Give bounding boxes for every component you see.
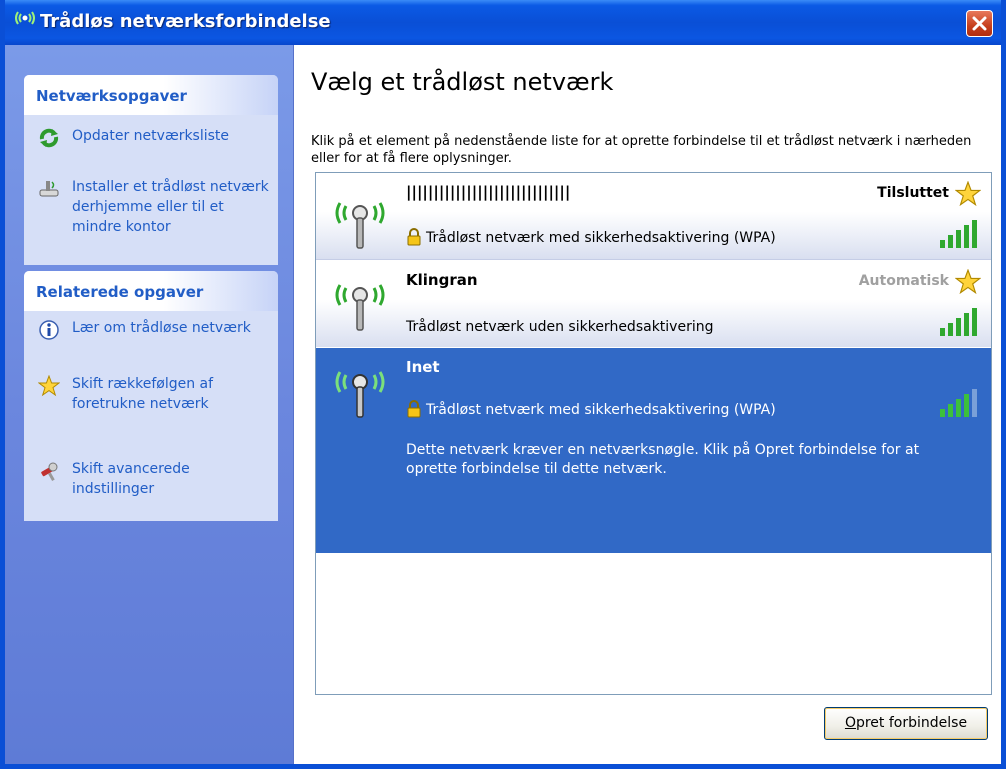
network-list[interactable]: |||||||||||||||||||||||||||||| Tilslutte… <box>315 172 992 695</box>
network-item[interactable]: Klingran Automatisk Trådløst netværk ude… <box>316 261 991 347</box>
network-ssid: |||||||||||||||||||||||||||||| <box>406 183 571 201</box>
lock-icon <box>407 228 421 246</box>
refresh-network-list-label: Opdater netværksliste <box>72 128 230 144</box>
wireless-antenna-icon <box>335 284 385 331</box>
network-tasks-header: Netværksopgaver <box>24 75 278 115</box>
wireless-connection-window: Trådløs netværksforbindelse Netværksopga… <box>0 0 1006 769</box>
related-tasks-header: Relaterede opgaver <box>24 271 278 311</box>
advanced-settings-label: Skift avancerede indstillinger <box>72 461 190 497</box>
network-item-selected[interactable]: Inet Trådløst netværk med sikkerhedsakti… <box>316 348 991 553</box>
learn-about-wireless-label: Lær om trådløse netværk <box>72 320 251 336</box>
star-icon <box>38 375 60 397</box>
change-network-order-label: Skift rækkefølgen af foretrukne netværk <box>72 376 214 412</box>
page-title: Vælg et trådløst netværk <box>311 68 614 96</box>
wireless-antenna-icon <box>335 371 385 418</box>
connect-button[interactable]: Opret forbindelse <box>824 707 988 740</box>
network-ssid: Klingran <box>406 271 478 289</box>
network-tasks-box: Netværksopgaver Opdater netværksliste In… <box>24 75 278 265</box>
network-security: Trådløst netværk med sikkerhedsaktiverin… <box>426 230 776 246</box>
window-title: Trådløs netværksforbindelse <box>40 11 331 32</box>
signal-strength-icon <box>940 220 977 248</box>
network-details: Dette netværk kræver en netværksnøgle. K… <box>406 442 920 477</box>
setup-wireless-network-label: Installer et trådløst netværk derhjemme … <box>72 179 269 235</box>
main-pane: Vælg et trådløst netværk Klik på et elem… <box>294 45 1001 764</box>
instructions-text: Klik på et element på nedenstående liste… <box>311 134 972 166</box>
close-button[interactable] <box>966 10 993 37</box>
refresh-icon <box>39 128 59 148</box>
lock-icon <box>407 400 421 418</box>
connect-button-accesskey: O <box>844 715 856 731</box>
info-icon <box>39 320 59 340</box>
network-security: Trådløst netværk med sikkerhedsaktiverin… <box>426 402 776 418</box>
network-status: Tilsluttet <box>877 185 949 201</box>
preferred-star-icon <box>955 181 981 207</box>
close-icon <box>972 16 987 31</box>
title-bar[interactable]: Trådløs netværksforbindelse <box>5 0 1001 45</box>
signal-strength-icon <box>940 389 977 417</box>
network-status: Automatisk <box>858 273 949 289</box>
related-tasks-box: Relaterede opgaver Lær om trådløse netvæ… <box>24 271 278 521</box>
connect-button-label: pret forbindelse <box>855 715 968 731</box>
signal-strength-icon <box>940 308 977 336</box>
network-item[interactable]: |||||||||||||||||||||||||||||| Tilslutte… <box>316 173 991 260</box>
preferred-star-icon <box>955 269 981 295</box>
wireless-icon <box>15 11 35 25</box>
network-setup-icon <box>39 181 59 197</box>
task-pane: Netværksopgaver Opdater netværksliste In… <box>5 45 294 764</box>
settings-icon <box>41 462 58 481</box>
network-security: Trådløst netværk uden sikkerhedsaktiveri… <box>406 319 714 335</box>
wireless-antenna-icon <box>335 202 385 249</box>
network-ssid: Inet <box>406 358 440 376</box>
